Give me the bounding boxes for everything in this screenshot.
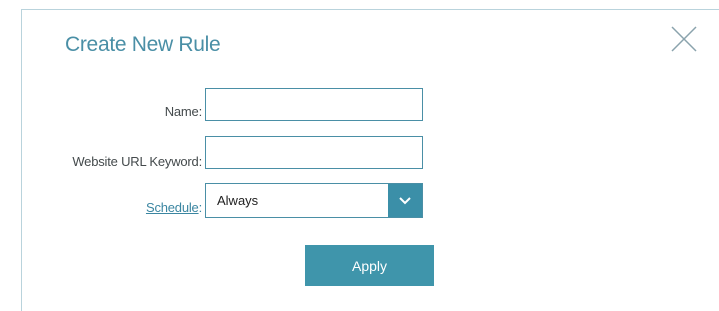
dialog-title: Create New Rule <box>65 33 221 56</box>
name-label: Name: <box>164 104 202 119</box>
close-icon[interactable] <box>670 25 698 53</box>
url-keyword-label: Website URL Keyword: <box>72 154 202 169</box>
apply-button[interactable]: Apply <box>305 245 434 286</box>
schedule-select[interactable]: Always <box>205 183 423 218</box>
schedule-label: Schedule: <box>146 200 202 215</box>
url-keyword-input[interactable] <box>205 136 423 169</box>
schedule-link[interactable]: Schedule <box>146 200 199 215</box>
create-rule-dialog: Create New Rule Name: Website URL Keywor… <box>21 9 719 311</box>
schedule-colon: : <box>198 200 203 215</box>
name-input[interactable] <box>205 88 423 121</box>
chevron-down-icon[interactable] <box>388 184 422 217</box>
schedule-selected-value: Always <box>217 193 259 208</box>
